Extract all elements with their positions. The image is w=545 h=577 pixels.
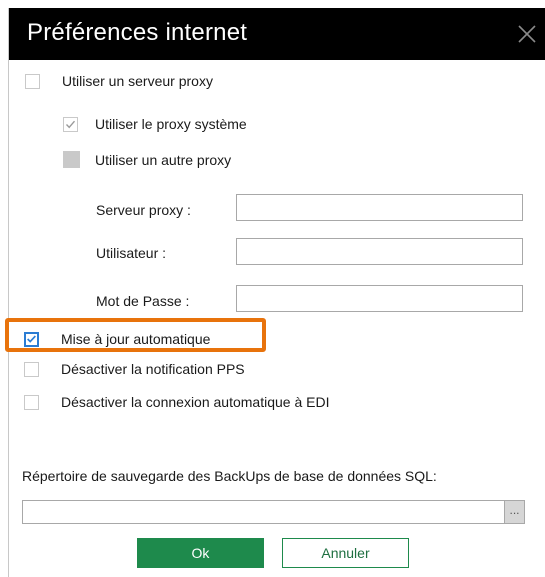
use-proxy-checkbox[interactable]: [25, 73, 40, 89]
edi-label: Désactiver la connexion automatique à ED…: [61, 394, 330, 410]
other-proxy-row[interactable]: Utiliser un autre proxy: [63, 151, 231, 168]
use-proxy-row[interactable]: Utiliser un serveur proxy: [25, 73, 213, 89]
password-label: Mot de Passe :: [96, 293, 190, 309]
use-proxy-label: Utiliser un serveur proxy: [62, 73, 213, 89]
auto-update-checkbox[interactable]: [24, 331, 39, 347]
edi-checkbox[interactable]: [24, 394, 39, 410]
title-bar: Préférences internet: [9, 8, 545, 60]
close-icon[interactable]: [515, 22, 539, 46]
cancel-button[interactable]: Annuler: [282, 538, 409, 568]
system-proxy-checkbox[interactable]: [63, 116, 78, 132]
backup-directory-label: Répertoire de sauvegarde des BackUps de …: [22, 468, 437, 484]
system-proxy-row[interactable]: Utiliser le proxy système: [63, 116, 247, 132]
server-proxy-input[interactable]: [236, 194, 523, 221]
pps-label: Désactiver la notification PPS: [61, 361, 245, 377]
edi-row[interactable]: Désactiver la connexion automatique à ED…: [24, 394, 329, 410]
ok-button[interactable]: Ok: [137, 538, 264, 568]
password-input[interactable]: [236, 285, 523, 312]
check-icon: [27, 335, 36, 343]
auto-update-row[interactable]: Mise à jour automatique: [24, 331, 210, 347]
browse-button[interactable]: ...: [504, 501, 524, 523]
server-proxy-label: Serveur proxy :: [96, 202, 191, 218]
check-icon: [65, 120, 76, 128]
backup-path-input[interactable]: [23, 501, 505, 523]
other-proxy-checkbox[interactable]: [63, 151, 80, 168]
backup-path-field: ...: [22, 500, 525, 524]
auto-update-label: Mise à jour automatique: [61, 331, 211, 347]
other-proxy-label: Utiliser un autre proxy: [95, 151, 232, 168]
user-label: Utilisateur :: [96, 245, 167, 261]
pps-row[interactable]: Désactiver la notification PPS: [24, 361, 245, 377]
dialog-title: Préférences internet: [27, 19, 248, 46]
system-proxy-label: Utiliser le proxy système: [95, 116, 247, 132]
pps-checkbox[interactable]: [24, 361, 39, 377]
user-input[interactable]: [236, 238, 523, 265]
